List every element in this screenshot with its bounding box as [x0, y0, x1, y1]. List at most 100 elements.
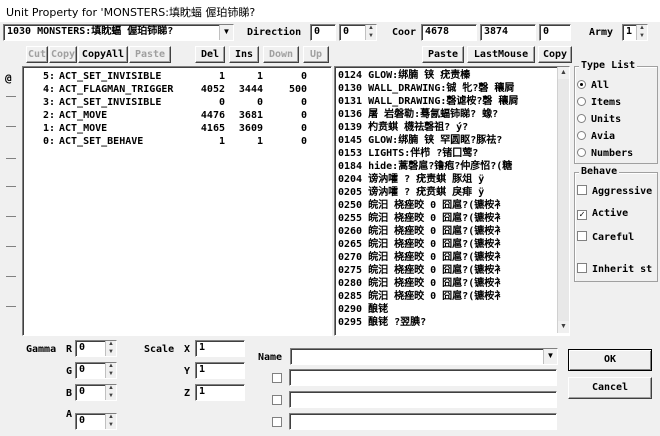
type-list[interactable]: 0124 GLOW:绑腩 铗 疣责榛 0130 WALL_DRAWING:铖 牝?…	[334, 66, 570, 336]
gamma-b-field[interactable]: 0 ▲ ▼	[75, 384, 117, 401]
list-item[interactable]: 1: ACT_MOVE 4165 3609 0	[23, 122, 323, 135]
chevron-down-icon[interactable]: ▼	[219, 25, 233, 40]
list-item[interactable]: 0: ACT_SET_BEHAVE 1 1 0	[23, 135, 323, 148]
arrow-down-icon[interactable]: ▼	[106, 393, 116, 401]
checkbox-icon[interactable]	[272, 373, 282, 383]
list-item[interactable]: 0153 LIGHTS:伴栉 ?锗囗莺?	[338, 147, 478, 160]
type-option-items[interactable]: Items	[577, 97, 621, 109]
coor-y-field[interactable]: 3874	[480, 24, 536, 41]
list-item[interactable]: 0184 hide:蒿磬扈?镥疱?仲彦怊?(糖	[338, 160, 512, 173]
unit-selector[interactable]: 1030 MONSTERS:填眈蝠 偓珀铈睇? ▼	[3, 24, 234, 41]
cut-button[interactable]: Cut	[26, 46, 48, 63]
radio-icon[interactable]	[577, 114, 586, 123]
gamma-a-spinner[interactable]: ▲ ▼	[105, 414, 116, 429]
list-item[interactable]: 0131 WALL_DRAWING:磬谑桉?磬 穰屙	[338, 95, 518, 108]
extra-checkbox-1[interactable]	[272, 373, 287, 386]
list-item[interactable]: 4: ACT_FLAGMAN_TRIGGER 4052 3444 500	[23, 83, 323, 96]
type-option-units[interactable]: Units	[577, 114, 621, 126]
list-item[interactable]: 0265 皖汨 桡痤晈 0 囧扈?(镳桉衤	[338, 238, 504, 251]
direction-b-field[interactable]: 0 ▲ ▼	[339, 24, 377, 41]
arrow-up-icon[interactable]: ▲	[558, 67, 569, 79]
move-up-button[interactable]: Up	[303, 46, 329, 63]
radio-icon[interactable]	[577, 97, 586, 106]
coor-x-field[interactable]: 4678	[421, 24, 477, 41]
scale-z-field[interactable]: 1	[195, 384, 245, 401]
list-item[interactable]: 3: ACT_SET_INVISIBLE 0 0 0	[23, 96, 323, 109]
checkbox-icon[interactable]	[272, 417, 282, 427]
aggressive-checkbox[interactable]: Aggressive	[577, 185, 652, 198]
list-item[interactable]: 0295 酿铑 ?翌腆?	[338, 316, 426, 329]
action-list[interactable]: 5: ACT_SET_INVISIBLE 1 1 0 4: ACT_FLAGMAN_TRIG…	[22, 66, 332, 336]
list-item[interactable]: 0130 WALL_DRAWING:铖 牝?磬 穰屙	[338, 82, 514, 95]
gamma-b-spinner[interactable]: ▲ ▼	[105, 385, 116, 400]
gamma-g-field[interactable]: 0 ▲ ▼	[75, 362, 117, 379]
type-option-numbers[interactable]: Numbers	[577, 148, 633, 160]
list-item[interactable]: 0290 酿铑	[338, 303, 388, 316]
list-item[interactable]: 0136 屠 岩磐勒:蓦氤蝠铈睇? 蟓?	[338, 108, 498, 121]
list-item[interactable]: 0205 谤汭嚯 ? 疣贲蜞 戾痱 ÿ	[338, 186, 484, 199]
checkbox-icon[interactable]	[577, 185, 587, 195]
at-icon[interactable]: @	[5, 72, 12, 85]
lastmouse-button[interactable]: LastMouse	[467, 46, 535, 63]
army-field[interactable]: 1 ▲ ▼	[622, 24, 648, 41]
scale-y-field[interactable]: 1	[195, 362, 245, 379]
radio-icon[interactable]	[577, 131, 586, 140]
list-item[interactable]: 0145 GLOW:绑腩 铗 罕圆眍?豚祛?	[338, 134, 502, 147]
direction-b-spinner[interactable]: ▲ ▼	[365, 25, 376, 40]
coor-z-field[interactable]: 0	[539, 24, 571, 41]
gamma-g-spinner[interactable]: ▲ ▼	[105, 363, 116, 378]
copy-right-button[interactable]: Copy	[538, 46, 572, 63]
gamma-r-spinner[interactable]: ▲ ▼	[105, 341, 116, 356]
gamma-a-field[interactable]: 0 ▲ ▼	[75, 413, 117, 430]
scale-x-field[interactable]: 1	[195, 340, 245, 357]
extra-checkbox-2[interactable]	[272, 395, 287, 408]
army-spinner[interactable]: ▲ ▼	[636, 25, 647, 40]
arrow-up-icon[interactable]: ▲	[106, 385, 116, 393]
list-item[interactable]: 0260 皖汨 桡痤晈 0 囧扈?(镳桉衤	[338, 225, 504, 238]
arrow-down-icon[interactable]: ▼	[106, 349, 116, 357]
gamma-r-field[interactable]: 0 ▲ ▼	[75, 340, 117, 357]
checkbox-icon[interactable]	[272, 395, 282, 405]
list-item[interactable]: 0124 GLOW:绑腩 铗 疣责榛	[338, 69, 470, 82]
copyall-button[interactable]: CopyAll	[78, 46, 128, 63]
list-item[interactable]: 0250 皖汨 桡痤晈 0 囧扈?(镳桉衤	[338, 199, 504, 212]
arrow-down-icon[interactable]: ▼	[558, 321, 569, 333]
paste-left-button[interactable]: Paste	[129, 46, 171, 63]
list-item[interactable]: 0204 谤汭嚯 ? 疣责蜞 豚俎 ÿ	[338, 173, 484, 186]
active-checkbox[interactable]: ✓ Active	[577, 208, 628, 220]
type-list-scrollbar[interactable]: ▲ ▼	[557, 67, 569, 333]
delete-button[interactable]: Del	[195, 46, 225, 63]
arrow-down-icon[interactable]: ▼	[637, 33, 647, 41]
arrow-down-icon[interactable]: ▼	[366, 33, 376, 41]
extra-field-3[interactable]	[289, 413, 557, 430]
extra-field-1[interactable]	[289, 369, 557, 386]
arrow-down-icon[interactable]: ▼	[106, 422, 116, 430]
paste-right-button[interactable]: Paste	[422, 46, 464, 63]
inherit-checkbox[interactable]: Inherit st	[577, 263, 652, 276]
checkbox-icon[interactable]	[577, 263, 587, 273]
chevron-down-icon[interactable]: ▼	[543, 349, 557, 364]
type-option-all[interactable]: All	[577, 80, 609, 92]
list-item[interactable]: 0280 皖汨 桡痤晈 0 囧扈?(镳桉衤	[338, 277, 504, 290]
checkbox-icon[interactable]: ✓	[577, 210, 587, 220]
list-item[interactable]: 2: ACT_MOVE 4476 3681 0	[23, 109, 323, 122]
arrow-up-icon[interactable]: ▲	[106, 363, 116, 371]
arrow-up-icon[interactable]: ▲	[637, 25, 647, 33]
arrow-down-icon[interactable]: ▼	[106, 371, 116, 379]
list-item[interactable]: 0275 皖汨 桡痤晈 0 囧扈?(镳桉衤	[338, 264, 504, 277]
move-down-button[interactable]: Down	[263, 46, 299, 63]
arrow-up-icon[interactable]: ▲	[106, 414, 116, 422]
list-item[interactable]: 0139 杓贲蜞 櫗祛磬祖? ý?	[338, 121, 468, 134]
extra-field-2[interactable]	[289, 391, 557, 408]
radio-icon[interactable]	[577, 80, 586, 89]
careful-checkbox[interactable]: Careful	[577, 231, 634, 244]
copy-button[interactable]: Copy	[49, 46, 77, 63]
direction-a-field[interactable]: 0	[310, 24, 336, 41]
list-item[interactable]: 5: ACT_SET_INVISIBLE 1 1 0	[23, 70, 323, 83]
ok-button[interactable]: OK	[568, 349, 652, 371]
arrow-up-icon[interactable]: ▲	[106, 341, 116, 349]
radio-icon[interactable]	[577, 148, 586, 157]
list-item[interactable]: 0255 皖汨 桡痤晈 0 囧扈?(镳桉衤	[338, 212, 504, 225]
checkbox-icon[interactable]	[577, 231, 587, 241]
name-combo[interactable]: ▼	[290, 348, 558, 365]
